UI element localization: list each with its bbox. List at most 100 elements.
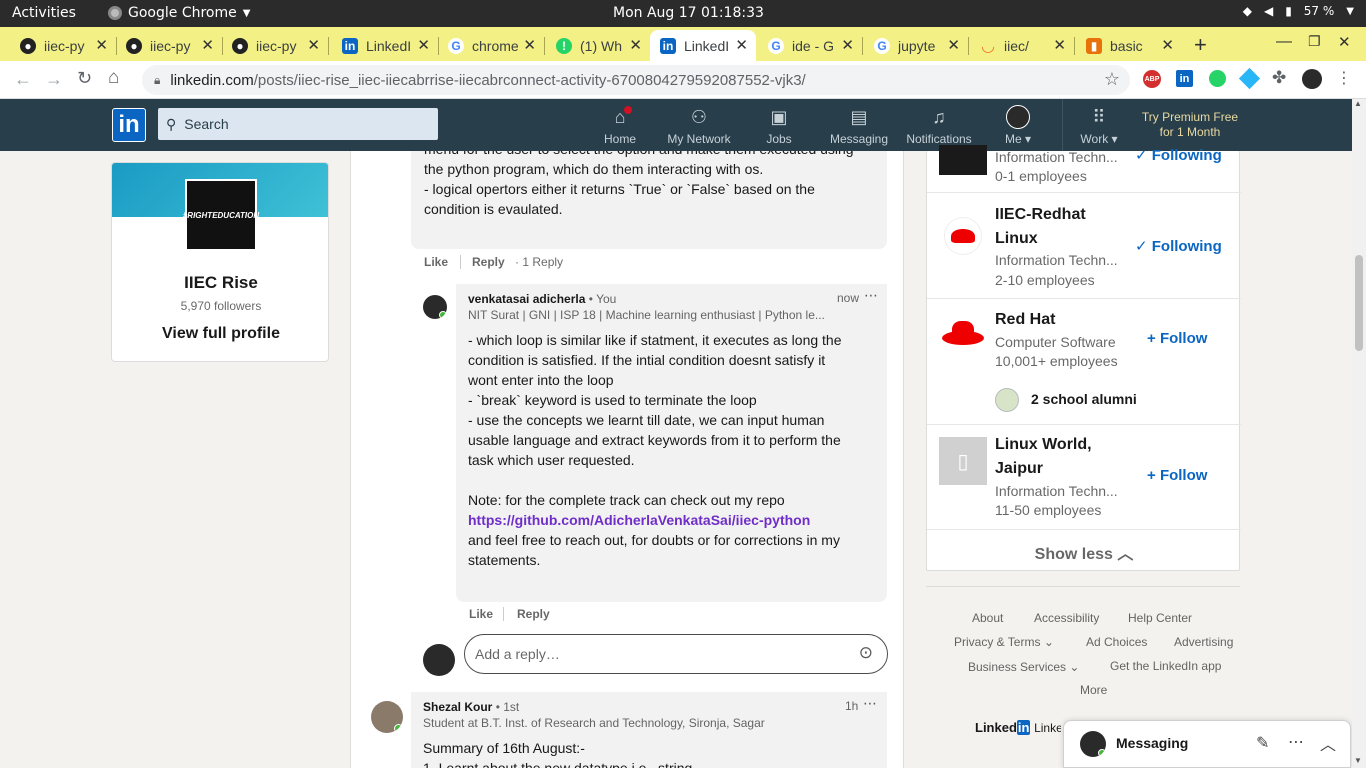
tab-10[interactable]: ▮ basic ✕ [1076,30,1182,61]
maximize-button[interactable]: ❐ [1308,33,1321,50]
tab-1[interactable]: ● iiec-py ✕ [116,30,222,61]
scrollbar-thumb[interactable] [1355,255,1363,351]
scroll-up-arrow-icon[interactable]: ▲ [1354,99,1362,108]
app-menu[interactable]: Google Chrome ▼ [108,5,250,21]
footer-more[interactable]: More [1080,683,1107,697]
footer-help-center[interactable]: Help Center [1128,611,1192,625]
close-icon[interactable]: ✕ [417,36,430,54]
nav-jobs[interactable]: ▣ Jobs [762,105,796,147]
linkedin-logo[interactable]: in [112,108,146,142]
reply-like-button[interactable]: Like [469,607,493,621]
add-reply-input[interactable]: Add a reply… ⊙ [464,634,888,674]
extensions-puzzle-icon[interactable]: ✤ [1272,68,1286,88]
tab-9[interactable]: ◡ iiec/ ✕ [970,30,1074,61]
close-icon[interactable]: ✕ [307,36,320,54]
nav-my-network[interactable]: ⚇ My Network [664,105,734,147]
footer-privacy-terms[interactable]: Privacy & Terms ⌄ [954,635,1054,649]
tab-2[interactable]: ● iiec-py ✕ [222,30,328,61]
more-options-icon[interactable]: ⋯ [1288,732,1304,752]
more-options-icon[interactable]: ⋯ [863,695,877,712]
adblock-icon[interactable]: ABP [1143,70,1161,88]
company-name[interactable]: Red Hat [995,308,1055,332]
reply-button[interactable]: Reply [472,255,505,269]
page-scrollbar[interactable] [1352,99,1366,768]
company-placeholder-icon[interactable]: ▯ [939,437,987,485]
nav-me[interactable]: Me ▾ [998,105,1038,146]
home-icon[interactable]: ⌂ [108,67,119,89]
tab-0[interactable]: ● iiec-py ✕ [10,30,116,61]
company-name[interactable]: Linux World, Jaipur [995,433,1125,481]
nav-notifications[interactable]: ♫ Notifications [902,105,976,147]
back-icon[interactable]: ← [14,69,32,90]
system-tray[interactable]: ◆ ◀ ▮ 57 % ▼ [1243,4,1354,18]
company-logo[interactable] [939,145,987,175]
tab-8[interactable]: Gjupyte ✕ [864,30,968,61]
company-logo[interactable] [945,218,981,254]
follow-button[interactable]: + Follow [1147,330,1207,347]
footer-accessibility[interactable]: Accessibility [1034,611,1099,625]
profile-avatar[interactable] [1302,69,1322,89]
school-alumni-count[interactable]: 2 school alumni [1031,391,1137,407]
new-tab-button[interactable]: + [1194,32,1207,58]
close-icon[interactable]: ✕ [201,36,214,54]
forward-icon[interactable]: → [45,69,63,90]
tab-3[interactable]: in LinkedIn ✕ [332,30,438,61]
messaging-label[interactable]: Messaging [1116,735,1188,751]
footer-business-services[interactable]: Business Services ⌄ [968,660,1079,674]
following-button[interactable]: ✓ Following [1135,237,1222,255]
clock[interactable]: Mon Aug 17 01:18:33 [613,5,764,21]
close-icon[interactable]: ✕ [523,36,536,54]
footer-ad-choices[interactable]: Ad Choices [1086,635,1147,649]
tab-6-active[interactable]: in LinkedIn ✕ [650,30,756,61]
company-logo[interactable]: #RIGHTEDUCATION [183,179,259,251]
footer-advertising[interactable]: Advertising [1174,635,1233,649]
close-icon[interactable]: ✕ [95,36,108,54]
show-less-button[interactable]: Show less ︿ [927,540,1241,564]
address-bar[interactable]: 🔒︎ linkedin.com/posts/iiec-rise_iiec-iie… [142,65,1130,95]
close-icon[interactable]: ✕ [841,36,854,54]
nav-work[interactable]: ⠿ Work ▾ [1074,105,1124,147]
close-icon[interactable]: ✕ [735,36,748,54]
nav-messaging[interactable]: ▤ Messaging [828,105,890,147]
close-window-button[interactable]: ✕ [1338,33,1351,51]
close-icon[interactable]: ✕ [1161,36,1174,54]
messaging-panel[interactable]: Messaging ✎ ⋯ ︿ [1063,720,1351,768]
close-icon[interactable]: ✕ [629,36,642,54]
more-options-icon[interactable]: ⋯ [864,287,878,304]
compose-icon[interactable]: ✎ [1256,733,1269,753]
tab-7[interactable]: Gide - G ✕ [758,30,862,61]
whatsapp-extension-icon[interactable] [1209,70,1226,87]
close-icon[interactable]: ✕ [947,36,960,54]
company-logo[interactable] [942,319,984,353]
reply-reply-button[interactable]: Reply [517,607,550,621]
tab-5[interactable]: ! (1) Wh ✕ [546,30,650,61]
scroll-down-arrow-icon[interactable]: ▼ [1354,756,1362,765]
follow-button[interactable]: + Follow [1147,467,1207,484]
menu-kebab-icon[interactable]: ⋮ [1336,68,1352,88]
extension-diamond-icon[interactable] [1238,67,1261,90]
company-name[interactable]: IIEC Rise [112,273,328,293]
linkedin-extension-icon[interactable]: in [1176,70,1193,87]
commenter-avatar[interactable] [371,701,403,733]
premium-link[interactable]: Try Premium Free for 1 Month [1138,110,1242,140]
reply-author-avatar[interactable] [423,295,447,319]
tab-4[interactable]: Gchrome ✕ [438,30,544,61]
activities-button[interactable]: Activities [12,5,76,21]
reply-author-name[interactable]: venkatasai adicherla [468,292,585,306]
footer-about[interactable]: About [972,611,1003,625]
company-name[interactable]: IIEC-Redhat Linux [995,203,1125,251]
close-icon[interactable]: ✕ [1053,36,1066,54]
like-button[interactable]: Like [424,255,448,269]
following-button[interactable]: ✓ Following [1135,146,1222,164]
chevron-up-icon[interactable]: ︿ [1320,731,1336,755]
commenter-name[interactable]: Shezal Kour [423,700,492,714]
nav-home[interactable]: ⌂ Home [600,104,640,146]
github-repo-link[interactable]: https://github.com/AdicherlaVenkataSai/i… [468,510,878,530]
view-full-profile-link[interactable]: View full profile [112,325,328,343]
reload-icon[interactable]: ↻ [77,68,92,89]
star-icon[interactable]: ☆ [1104,69,1120,90]
replies-count-link[interactable]: · 1 Reply [515,255,563,269]
search-input[interactable]: ⚲ Search [158,108,438,140]
camera-icon[interactable]: ⊙ [859,643,873,663]
footer-get-app[interactable]: Get the LinkedIn app [1110,659,1221,673]
